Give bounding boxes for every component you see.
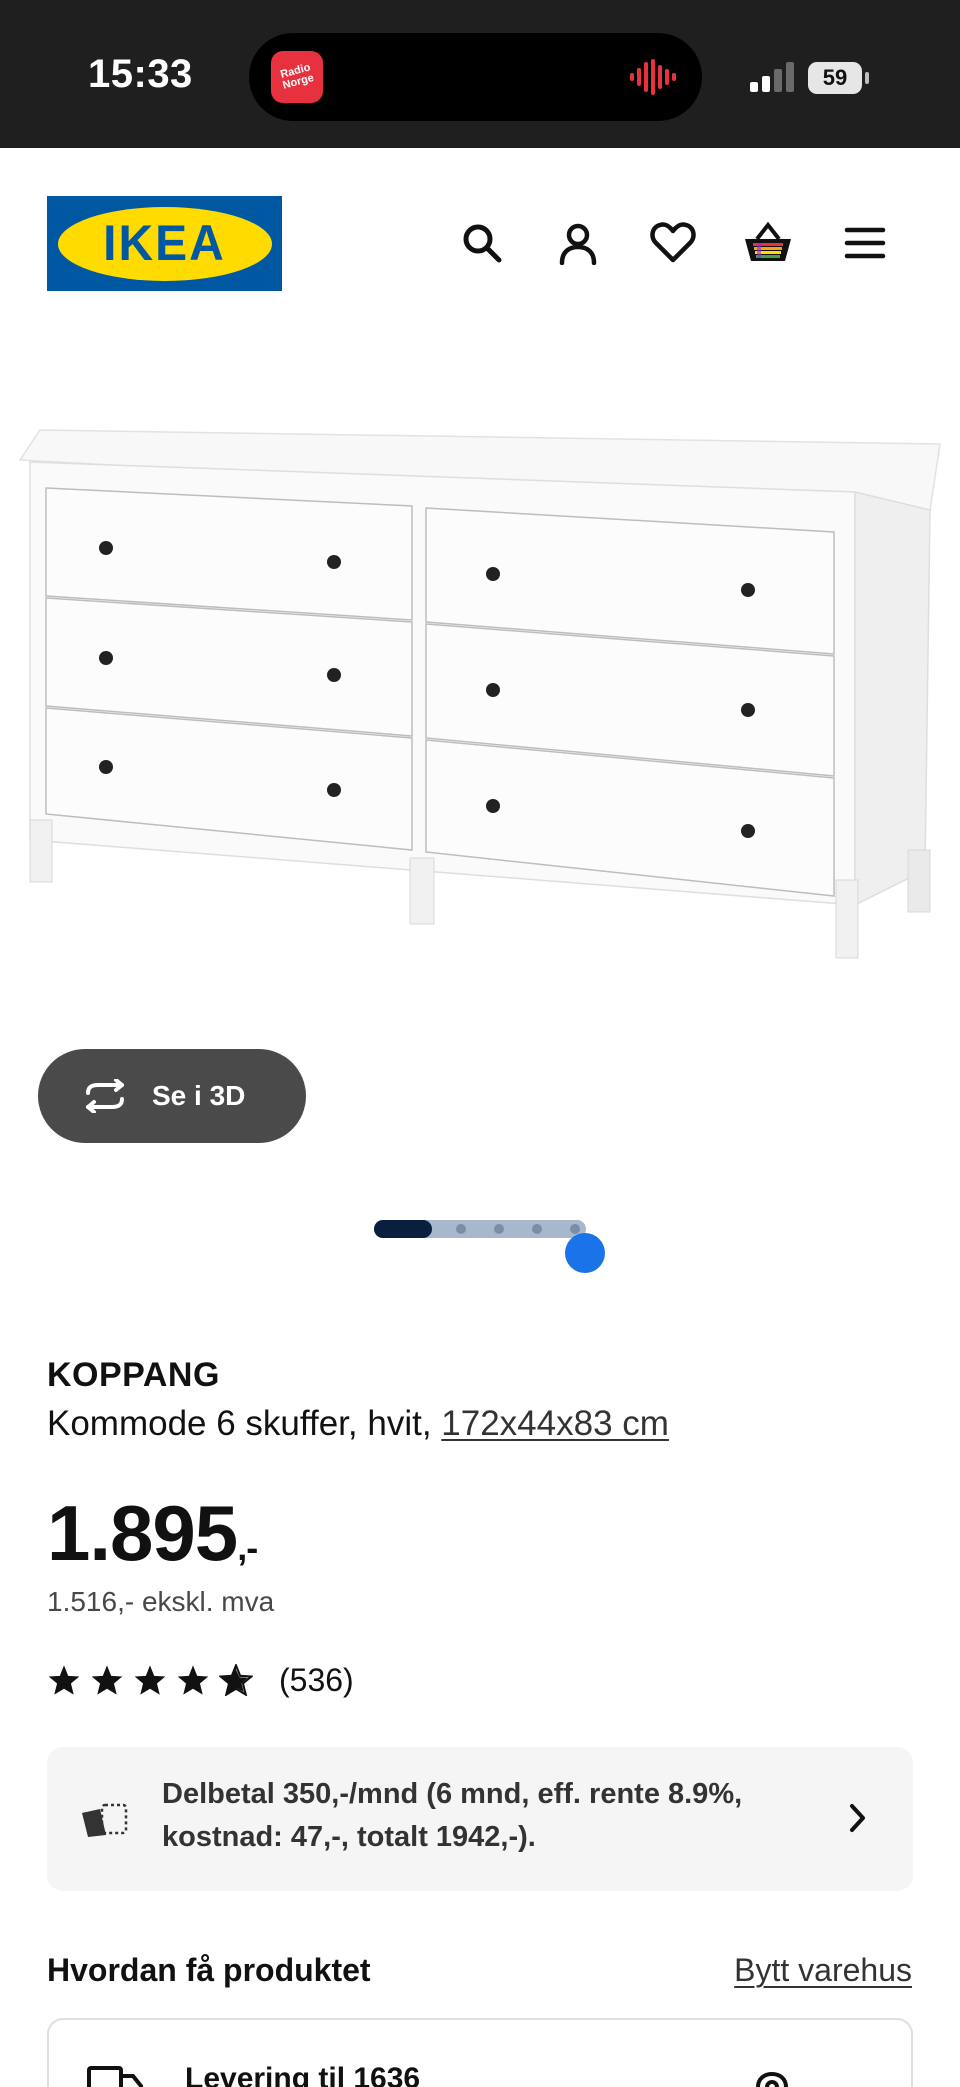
account-icon[interactable] (553, 218, 603, 268)
image-carousel-indicator[interactable] (374, 1220, 586, 1238)
status-time: 15:33 (88, 52, 193, 96)
location-pin-icon (755, 2072, 789, 2087)
star-icon (177, 1665, 209, 1695)
header-icons (0, 218, 960, 268)
rating-stars (47, 1664, 253, 1696)
delivery-label: Levering til 1636 (185, 2062, 421, 2087)
price-ex-vat: 1.516,- ekskl. mva (47, 1586, 275, 1617)
search-icon[interactable] (457, 218, 507, 268)
product-description: Kommode 6 skuffer, hvit, 172x44x83 cm (47, 1404, 669, 1444)
star-icon (48, 1665, 80, 1695)
installment-icon (82, 1803, 128, 1837)
menu-icon[interactable] (840, 218, 890, 268)
indicator-active (374, 1220, 432, 1238)
touch-indicator (565, 1233, 605, 1273)
rotate-3d-icon (86, 1079, 124, 1113)
status-bar: 15:33 Radio Norge 59 (0, 0, 960, 148)
view-3d-button[interactable]: Se i 3D (38, 1049, 306, 1143)
installment-banner[interactable]: Delbetal 350,-/mnd (6 mnd, eff. rente 8.… (47, 1747, 913, 1891)
indicator-dot[interactable] (456, 1224, 466, 1234)
basket-icon[interactable] (743, 218, 793, 268)
battery-indicator: 59 (808, 62, 869, 94)
indicator-dot[interactable] (494, 1224, 504, 1234)
product-price: 1.895,- (47, 1488, 258, 1579)
rating-count: (536) (279, 1661, 354, 1698)
star-half-icon (219, 1664, 253, 1696)
product-image[interactable] (0, 400, 960, 1040)
product-dimensions-link[interactable]: 172x44x83 cm (441, 1404, 669, 1443)
price-value: 1.895 (47, 1489, 238, 1577)
how-to-get-title: Hvordan få produktet (47, 1952, 371, 1988)
heart-icon[interactable] (648, 218, 698, 268)
dynamic-island: Radio Norge (249, 33, 702, 121)
site-header: IKEA (0, 148, 960, 338)
indicator-dot[interactable] (570, 1224, 580, 1234)
radio-app-icon: Radio Norge (271, 51, 323, 103)
delivery-option-card[interactable]: Levering til 1636 (47, 2018, 913, 2087)
star-icon (134, 1665, 166, 1695)
product-name: KOPPANG (47, 1356, 220, 1394)
price-suffix: ,- (237, 1527, 258, 1568)
change-store-link[interactable]: Bytt varehus (734, 1952, 912, 1989)
truck-icon (87, 2066, 143, 2087)
radio-app-label: Radio Norge (279, 61, 316, 92)
star-icon (91, 1665, 123, 1695)
indicator-dot[interactable] (532, 1224, 542, 1234)
audio-wave-icon (630, 59, 676, 95)
product-rating[interactable]: (536) (47, 1660, 354, 1700)
view-3d-label: Se i 3D (152, 1080, 246, 1111)
installment-text: Delbetal 350,-/mnd (6 mnd, eff. rente 8.… (162, 1778, 743, 1853)
product-description-text: Kommode 6 skuffer, hvit, (47, 1404, 432, 1443)
chevron-right-icon (850, 1804, 865, 1832)
signal-icon (750, 62, 794, 92)
